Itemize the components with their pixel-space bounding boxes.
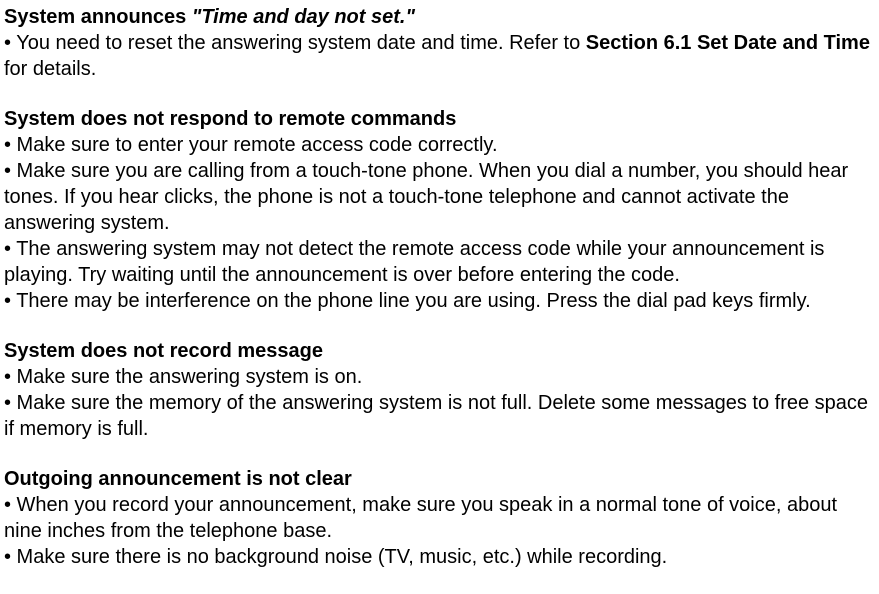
bullet-item: • Make sure the memory of the answering … — [4, 390, 875, 442]
heading-prefix: System announces — [4, 6, 192, 28]
bullet-text: • Make sure you are calling from a touch… — [4, 160, 848, 234]
section-outgoing-not-clear: Outgoing announcement is not clear • Whe… — [4, 466, 875, 570]
bullet-item: • Make sure there is no background noise… — [4, 544, 875, 570]
bullet-item: • Make sure you are calling from a touch… — [4, 158, 875, 236]
bullet-text: • Make sure the answering system is on. — [4, 366, 362, 388]
section-heading: System does not respond to remote comman… — [4, 106, 875, 132]
bullet-text-pre: • You need to reset the answering system… — [4, 32, 586, 54]
section-heading: System does not record message — [4, 338, 875, 364]
bullet-text: • Make sure to enter your remote access … — [4, 134, 498, 156]
section-time-not-set: System announces "Time and day not set."… — [4, 4, 875, 82]
bullet-text: • There may be interference on the phone… — [4, 290, 811, 312]
section-remote-commands: System does not respond to remote comman… — [4, 106, 875, 314]
bullet-item: • When you record your announcement, mak… — [4, 492, 875, 544]
bullet-item: • There may be interference on the phone… — [4, 288, 875, 314]
bullet-item: • Make sure the answering system is on. — [4, 364, 875, 390]
bullet-item: • The answering system may not detect th… — [4, 236, 875, 288]
bullet-text-post: for details. — [4, 58, 96, 80]
section-heading: Outgoing announcement is not clear — [4, 466, 875, 492]
bullet-text: • When you record your announcement, mak… — [4, 494, 837, 542]
bullet-text: • The answering system may not detect th… — [4, 238, 824, 286]
bullet-item: • Make sure to enter your remote access … — [4, 132, 875, 158]
section-heading: System announces "Time and day not set." — [4, 4, 875, 30]
bullet-text: • Make sure the memory of the answering … — [4, 392, 868, 440]
bullet-text-bold: Section 6.1 Set Date and Time — [586, 32, 870, 54]
bullet-text: • Make sure there is no background noise… — [4, 546, 667, 568]
bullet-item: • You need to reset the answering system… — [4, 30, 875, 82]
heading-quoted: "Time and day not set." — [192, 6, 415, 28]
section-not-record: System does not record message • Make su… — [4, 338, 875, 442]
